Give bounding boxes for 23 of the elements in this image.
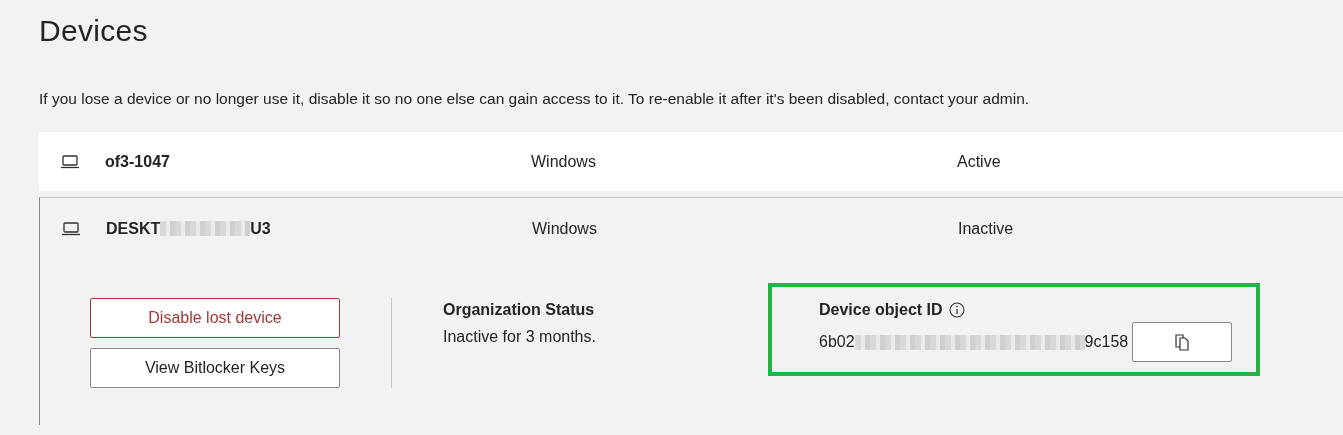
device-name: DESKT (106, 219, 161, 238)
copy-icon (1175, 333, 1190, 351)
object-id: 9c158 (1084, 333, 1129, 351)
device-os: Windows (531, 152, 597, 171)
device-os: Windows (532, 219, 598, 238)
page-description: If you lose a device or no longer use it, disable it so no one else can gain access to it. To re-enable it after it's been disabled, contact your admin. (39, 89, 1031, 109)
object-id: 6b02 (819, 333, 855, 351)
device-row[interactable]: of3-1047 Windows Active (39, 132, 1343, 191)
device-status: Inactive (958, 219, 1015, 238)
view-keys-button[interactable]: View Bitlocker Keys (90, 348, 340, 388)
status-text: Inactive for 3 months. (443, 328, 597, 346)
laptop-icon (61, 221, 81, 236)
disable-button[interactable]: Disable lost device (90, 298, 340, 338)
page-title: Devices (39, 13, 149, 49)
section-heading: Organization Status (443, 301, 596, 319)
info-icon[interactable] (948, 302, 965, 318)
section-heading: Device object ID (819, 301, 943, 319)
device-row[interactable]: DESKT U3 Windows Inactive Disable lost device View Bitlocker Keys Organization Status Inactive for 3 months. Device object ID 6b02 9c158 (39, 197, 1343, 425)
device-status: Active (957, 152, 1002, 171)
device-name: U3 (250, 219, 271, 238)
copy-button[interactable] (1132, 322, 1233, 362)
laptop-icon (60, 154, 80, 169)
device-name: of3-1047 (105, 152, 170, 171)
